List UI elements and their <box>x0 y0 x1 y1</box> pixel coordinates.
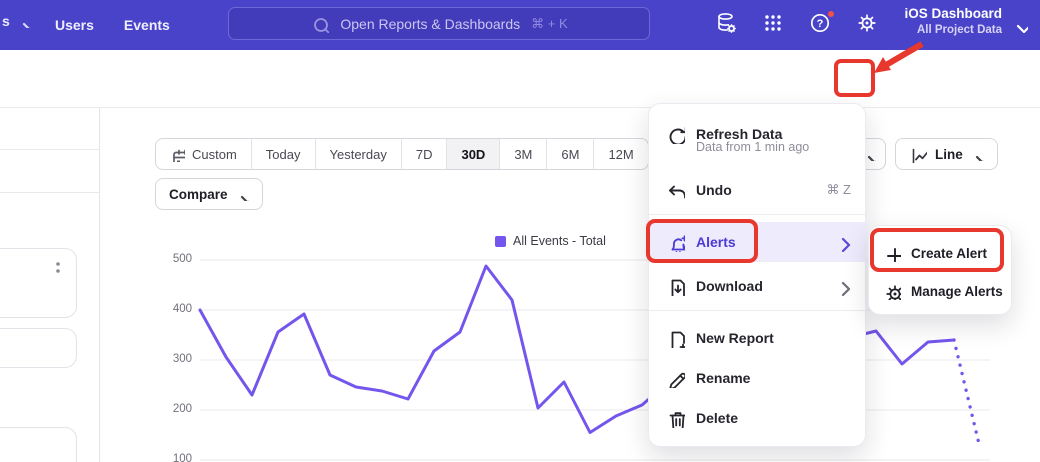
search-input[interactable]: Open Reports & Dashboards ⌘ + K <box>228 7 650 40</box>
submenu-item-label: Create Alert <box>911 246 987 261</box>
chart-type-button[interactable]: Line <box>895 138 998 170</box>
help-icon[interactable] <box>808 11 834 37</box>
range-7d[interactable]: 7D <box>402 139 448 169</box>
notification-badge <box>826 9 836 19</box>
chart-type-label: Line <box>935 147 963 162</box>
gear-icon <box>883 282 901 300</box>
chevron-down-icon <box>236 188 249 201</box>
project-name: iOS Dashboard <box>904 6 1002 21</box>
submenu-item-manage-alerts[interactable]: Manage Alerts <box>869 272 1013 310</box>
pencil-icon <box>666 369 685 388</box>
range-label: Yesterday <box>330 147 387 162</box>
apps-grid-icon[interactable] <box>761 11 787 37</box>
chart-legend: All Events - Total <box>495 234 606 248</box>
undo-icon <box>666 181 685 200</box>
range-custom[interactable]: Custom <box>156 139 252 169</box>
project-scope: All Project Data <box>904 24 1002 36</box>
undo-shortcut: ⌘ Z <box>826 182 851 198</box>
search-icon <box>310 14 329 33</box>
chevron-down-icon <box>971 148 984 161</box>
range-3m[interactable]: 3M <box>500 139 547 169</box>
search-placeholder: Open Reports & Dashboards <box>340 16 520 32</box>
menu-divider <box>649 310 867 311</box>
bell-plus-icon <box>666 233 685 252</box>
range-12m[interactable]: 12M <box>594 139 647 169</box>
refresh-data-subtext: Data from 1 min ago <box>696 140 809 154</box>
refresh-icon <box>666 125 685 144</box>
menu-item-new-report[interactable]: New Report <box>649 318 867 358</box>
nav-item-truncated[interactable]: s <box>2 13 31 29</box>
top-navigation-bar: s Users Events Open Reports & Dashboards … <box>0 0 1040 50</box>
settings-gear-icon[interactable] <box>855 11 881 37</box>
search-shortcut: ⌘ + K <box>531 16 568 32</box>
legend-swatch <box>495 236 506 247</box>
menu-item-label: Rename <box>696 370 750 386</box>
date-range-segmented-control: Custom Today Yesterday 7D 30D 3M 6M 12M <box>155 138 649 170</box>
menu-item-label: Download <box>696 278 763 294</box>
menu-item-label: Delete <box>696 410 738 426</box>
nav-item-truncated-label: s <box>2 13 10 29</box>
alerts-submenu: Create Alert Manage Alerts <box>868 225 1012 315</box>
menu-item-delete[interactable]: Delete <box>649 398 867 438</box>
range-6m[interactable]: 6M <box>547 139 594 169</box>
compare-label: Compare <box>169 187 228 202</box>
chevron-down-icon[interactable] <box>1012 17 1028 33</box>
range-30d[interactable]: 30D <box>447 139 500 169</box>
legend-label: All Events - Total <box>513 234 606 248</box>
submenu-item-label: Manage Alerts <box>911 284 1003 299</box>
menu-item-undo[interactable]: Undo ⌘ Z <box>649 170 867 210</box>
menu-item-label: Alerts <box>696 234 736 250</box>
range-label: 30D <box>461 147 485 162</box>
project-switcher[interactable]: iOS Dashboard All Project Data <box>904 6 1002 36</box>
range-label: 3M <box>514 147 532 162</box>
menu-divider <box>649 214 867 215</box>
new-document-icon <box>666 329 685 348</box>
calendar-icon <box>170 147 185 162</box>
line-chart-icon <box>909 145 927 163</box>
range-label: 7D <box>416 147 433 162</box>
menu-item-alerts[interactable]: Alerts <box>649 222 867 262</box>
range-label: 6M <box>561 147 579 162</box>
menu-item-label: Undo <box>696 182 732 198</box>
menu-item-rename[interactable]: Rename <box>649 358 867 398</box>
download-document-icon <box>666 277 685 296</box>
range-today[interactable]: Today <box>252 139 316 169</box>
chevron-right-icon <box>834 277 853 296</box>
plus-icon <box>883 244 901 262</box>
trash-icon <box>666 409 685 428</box>
range-label: Custom <box>192 147 237 162</box>
range-label: Today <box>266 147 301 162</box>
menu-item-label: New Report <box>696 330 774 346</box>
chevron-right-icon <box>834 233 853 252</box>
nav-item-users[interactable]: Users <box>55 17 94 33</box>
nav-item-events[interactable]: Events <box>124 17 170 33</box>
report-header <box>0 50 1040 107</box>
report-options-menu: Refresh Data Data from 1 min ago Undo ⌘ … <box>648 103 866 447</box>
range-yesterday[interactable]: Yesterday <box>316 139 402 169</box>
compare-button[interactable]: Compare <box>155 178 263 210</box>
submenu-item-create-alert[interactable]: Create Alert <box>869 234 1013 272</box>
chevron-down-icon <box>18 15 31 28</box>
data-management-icon[interactable] <box>714 11 740 37</box>
range-label: 12M <box>608 147 633 162</box>
menu-item-download[interactable]: Download <box>649 266 867 306</box>
